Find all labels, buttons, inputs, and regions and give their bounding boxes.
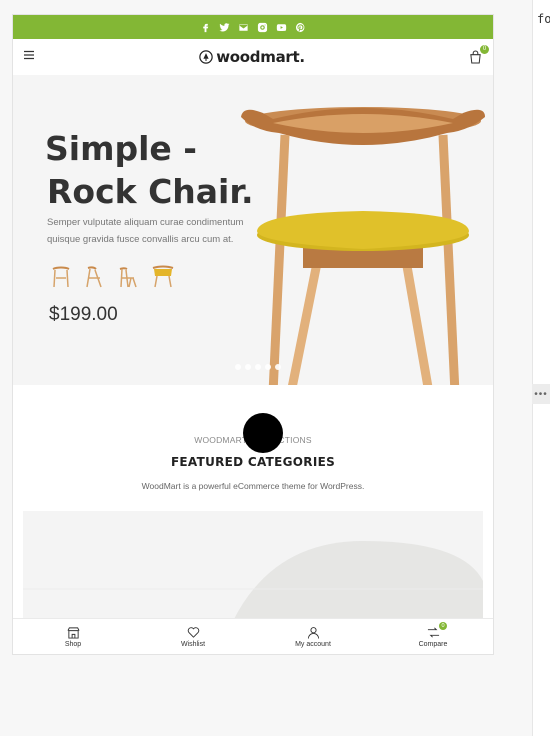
instagram-icon[interactable]	[257, 22, 268, 33]
featured-categories-section: WOODMART COLLECTIONS FEATURED CATEGORIES…	[13, 385, 493, 625]
site-logo[interactable]: woodmart.	[199, 48, 305, 66]
hero-title-line2: Rock Chair.	[47, 172, 254, 211]
slider-dot-1[interactable]	[235, 364, 241, 370]
chair-thumb-3[interactable]	[117, 263, 141, 294]
youtube-icon[interactable]	[276, 22, 287, 33]
section-title: FEATURED CATEGORIES	[170, 455, 336, 469]
bottom-navigation: Shop Wishlist My account 0 Compare	[13, 618, 493, 654]
mobile-preview: woodmart. 0 Simple - Rock Chair. Semper …	[12, 14, 494, 655]
shop-icon	[67, 626, 79, 639]
slider-dot-3[interactable]	[255, 364, 261, 370]
chair-thumb-4[interactable]	[151, 263, 175, 294]
nav-compare-label: Compare	[418, 640, 448, 648]
cursor-overlay	[243, 413, 283, 453]
social-topbar	[13, 15, 493, 39]
cart-count-badge: 0	[480, 45, 489, 54]
panel-splitter[interactable]: •••	[532, 384, 550, 404]
section-description: WoodMart is a powerful eCommerce theme f…	[141, 481, 365, 491]
slider-dot-5[interactable]	[275, 364, 281, 370]
hero-description: Semper vulputate aliquam curae condiment…	[47, 217, 244, 245]
hero-price: $199.00	[49, 304, 118, 325]
slider-dot-2[interactable]	[245, 364, 251, 370]
nav-wishlist-label: Wishlist	[180, 640, 206, 648]
hero-title: Simple - Rock Chair.	[45, 127, 253, 213]
slider-dots	[235, 364, 281, 370]
slider-dot-4[interactable]	[265, 364, 271, 370]
logo-text: woodmart.	[216, 48, 305, 66]
chair-image	[233, 93, 488, 385]
compare-count-badge: 0	[439, 621, 447, 630]
nav-my-account-label: My account	[295, 640, 331, 648]
heart-icon	[187, 626, 199, 638]
editor-panel	[532, 0, 550, 736]
nav-shop[interactable]: Shop	[28, 626, 118, 648]
twitter-icon[interactable]	[219, 22, 230, 33]
chair-thumb-2[interactable]	[83, 263, 107, 294]
hamburger-menu-icon[interactable]	[23, 48, 35, 66]
nav-shop-label: Shop	[64, 640, 82, 648]
site-header: woodmart. 0	[13, 39, 493, 75]
user-icon	[307, 626, 319, 639]
page: fo ••• woodmart. 0 Simple - Rock Chair. …	[0, 0, 550, 736]
product-thumbnails	[49, 263, 175, 294]
hero-slider[interactable]: Simple - Rock Chair. Semper vulputate al…	[13, 75, 493, 385]
code-text: fo	[537, 12, 550, 26]
category-image[interactable]	[23, 511, 483, 621]
cart-button[interactable]: 0	[469, 45, 489, 64]
tree-logo-icon	[199, 50, 213, 64]
chair-thumb-1[interactable]	[49, 263, 73, 294]
nav-wishlist[interactable]: Wishlist	[148, 626, 238, 648]
pinterest-icon[interactable]	[295, 22, 306, 33]
email-icon[interactable]	[238, 22, 249, 33]
facebook-icon[interactable]	[200, 22, 211, 33]
hero-title-line1: Simple -	[45, 129, 197, 168]
compare-icon	[427, 627, 439, 637]
nav-compare[interactable]: 0 Compare	[388, 621, 478, 648]
nav-my-account[interactable]: My account	[268, 626, 358, 648]
